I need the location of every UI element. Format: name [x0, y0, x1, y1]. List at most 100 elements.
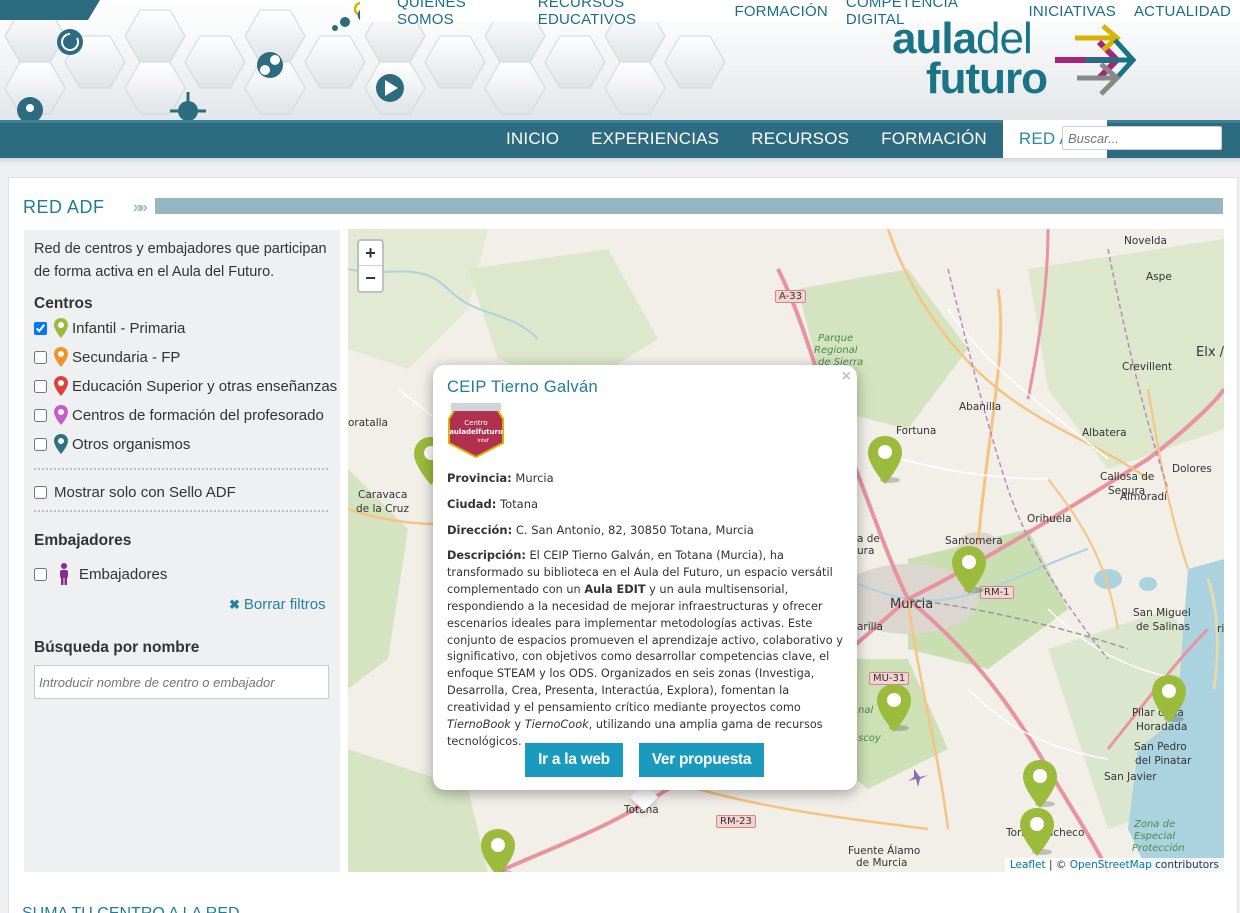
zoom-in-button[interactable]: + [359, 241, 382, 266]
map-marker[interactable] [877, 684, 911, 732]
checkbox-sello-adf[interactable] [34, 485, 47, 499]
map-label-fuente-alamo: Fuente Álamo [848, 845, 921, 857]
map-marker[interactable] [1023, 760, 1057, 808]
checkbox-infantil-primaria[interactable] [34, 321, 47, 335]
ver-propuesta-button[interactable]: Ver propuesta [639, 743, 764, 777]
nav-experiencias[interactable]: EXPERIENCIAS [575, 120, 735, 158]
filter-infantil-primaria[interactable]: Infantil - Primaria [34, 318, 185, 338]
map-marker[interactable] [1152, 675, 1186, 723]
main-navbar: INICIO EXPERIENCIAS RECURSOS FORMACIÓN R… [0, 120, 1240, 158]
map-label-rilla: rilla [1217, 623, 1224, 635]
filter-otros-organismos[interactable]: Otros organismos [34, 434, 190, 454]
leaflet-link[interactable]: Leaflet [1010, 859, 1046, 871]
popup-close-button[interactable]: × [842, 368, 851, 386]
map-label-de-salinas: de Salinas [1136, 621, 1190, 633]
popup-direccion: Dirección: C. San Antonio, 82, 30850 Tot… [447, 523, 754, 537]
map-label-arilla: arilla [857, 621, 883, 633]
filter-embajadores[interactable]: Embajadores [34, 563, 167, 585]
map-label-scoy: scoy [858, 733, 881, 744]
top-link-recursos-educativos[interactable]: RECURSOS EDUCATIVOS [529, 0, 726, 28]
map-label-oratalla: oratalla [348, 417, 388, 429]
filter-label: Secundaria - FP [72, 348, 181, 366]
filter-sidebar: Red de centros y embajadores que partici… [24, 230, 340, 872]
map-label-especial: Especial [1134, 831, 1176, 842]
ir-a-la-web-button[interactable]: Ir a la web [525, 743, 623, 777]
map-label-de-murcia: de Murcia [856, 857, 908, 869]
map-label-murcia: Murcia [890, 597, 934, 612]
map-label-de-la-cruz: de la Cruz [356, 503, 409, 515]
person-icon [60, 563, 68, 585]
map-label-proteccion: Protección [1132, 843, 1185, 854]
top-link-actualidad[interactable]: ACTUALIDAD [1125, 3, 1240, 20]
map-marker[interactable] [481, 829, 515, 872]
map-label-regional: Regional [814, 345, 858, 356]
red-adf-panel: RED ADF »» Red de centros y embajadores … [8, 177, 1238, 913]
magenta-pin-icon [54, 405, 68, 425]
logo-arrows-icon [1055, 24, 1137, 96]
map-view[interactable]: Novelda Aspe Elx / Crevillent Abanilla A… [348, 229, 1224, 872]
map-marker[interactable] [868, 436, 902, 484]
map-label-orihuela: Orihuela [1027, 513, 1072, 525]
close-icon: ✖ [229, 597, 240, 612]
map-label-fortuna: Fortuna [896, 425, 937, 437]
zoom-out-button[interactable]: − [359, 266, 382, 291]
filter-label: Mostrar solo con Sello ADF [54, 483, 236, 501]
centros-heading: Centros [34, 295, 93, 312]
map-marker[interactable] [1020, 808, 1054, 856]
header-banner: QUIÉNES SOMOS RECURSOS EDUCATIVOS FORMAC… [0, 0, 1240, 120]
map-label-san-miguel: San Miguel [1133, 607, 1191, 619]
sello-adf-badge-icon: Centro auladelfuturo intef [448, 403, 504, 459]
main-nav-items: INICIO EXPERIENCIAS RECURSOS FORMACIÓN R… [490, 120, 1108, 158]
checkbox-centros-formacion[interactable] [34, 408, 47, 422]
nav-recursos[interactable]: RECURSOS [735, 120, 865, 158]
clear-filters-button[interactable]: ✖ Borrar filtros [229, 596, 326, 613]
map-label-san-javier: San Javier [1104, 771, 1157, 783]
bottom-section-title: SUMA TU CENTRO A LA RED [22, 905, 240, 913]
map-label-a-de: a de [857, 533, 880, 545]
osm-link[interactable]: OpenStreetMap [1070, 859, 1152, 871]
top-link-quienes-somos[interactable]: QUIÉNES SOMOS [388, 0, 529, 28]
filter-label: Infantil - Primaria [72, 319, 186, 337]
nav-formacion[interactable]: FORMACIÓN [865, 120, 1003, 158]
logo-line-2: futuro [926, 54, 1048, 103]
nav-inicio[interactable]: INICIO [490, 120, 575, 158]
map-label-parque: Parque [818, 333, 854, 344]
filter-centros-formacion[interactable]: Centros de formación del profesorado [34, 405, 324, 425]
map-label-almoradi: Almoradí [1120, 491, 1168, 503]
map-label-nal: nal [858, 705, 874, 716]
checkbox-secundaria-fp[interactable] [34, 350, 47, 364]
map-label-crevillent: Crevillent [1122, 361, 1173, 373]
checkbox-embajadores[interactable] [34, 567, 47, 581]
map-label-dolores: Dolores [1172, 463, 1212, 475]
popup-descripcion: Descripción: El CEIP Tierno Galván, en T… [447, 549, 843, 748]
map-label-zona-de: Zona de [1134, 819, 1176, 830]
name-search-input[interactable] [34, 665, 329, 699]
red-pin-icon [54, 376, 68, 396]
top-link-iniciativas[interactable]: INICIATIVAS [1019, 3, 1125, 20]
section-title-bar [155, 198, 1223, 214]
filter-sello-adf[interactable]: Mostrar solo con Sello ADF [34, 482, 236, 502]
site-search-input[interactable] [1062, 126, 1222, 150]
map-attribution: Leaflet | © OpenStreetMap contributors [1004, 858, 1224, 872]
teal-pin-icon [54, 434, 68, 454]
top-link-formacion[interactable]: FORMACIÓN [725, 3, 836, 20]
divider [34, 468, 328, 470]
checkbox-otros-organismos[interactable] [34, 437, 47, 451]
map-label-caravaca: Caravaca [358, 489, 408, 501]
checkbox-educacion-superior[interactable] [34, 379, 47, 393]
popup-ciudad: Ciudad: Totana [447, 497, 539, 511]
search-by-name-heading: Búsqueda por nombre [34, 639, 200, 656]
map-label-novelda: Novelda [1124, 235, 1167, 247]
filter-secundaria-fp[interactable]: Secundaria - FP [34, 347, 180, 367]
sidebar-intro: Red de centros y embajadores que partici… [34, 241, 327, 280]
filter-label: Otros organismos [72, 435, 191, 453]
svg-text:auladelfuturo: auladelfuturo [449, 428, 503, 436]
road-a33: A-33 [775, 290, 806, 303]
svg-text:intef: intef [477, 438, 489, 444]
road-rm23: RM-23 [716, 815, 756, 828]
map-marker[interactable] [952, 546, 986, 594]
aula-del-futuro-logo[interactable]: auladel futuro [890, 14, 1140, 103]
green-pin-icon [54, 318, 68, 338]
embajadores-heading: Embajadores [34, 532, 132, 549]
filter-educacion-superior[interactable]: Educación Superior y otras enseñanzas [34, 376, 337, 396]
